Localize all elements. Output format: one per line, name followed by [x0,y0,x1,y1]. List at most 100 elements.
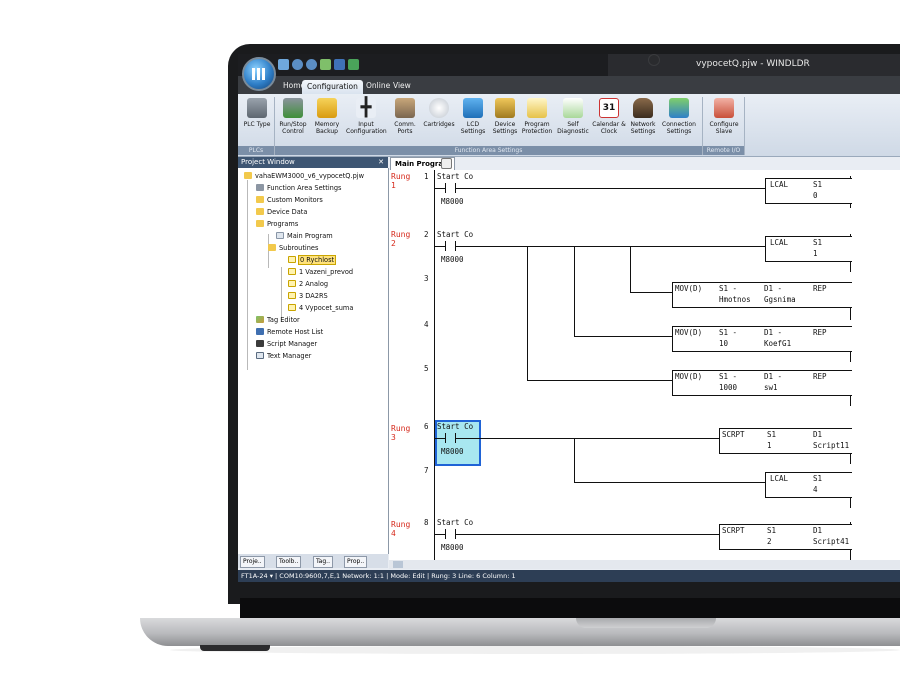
status-bar: FT1A-24 ▾ | COM10:9600,7,E,1 Network: 1:… [238,570,900,582]
input-configuration-button[interactable]: ╋ Input Configuration [346,98,387,148]
folder-icon [244,172,252,179]
app-menu-button[interactable] [242,57,276,91]
tab-configuration[interactable]: Configuration [302,80,363,94]
tree-item-tag-editor[interactable]: Tag Editor [256,315,300,325]
tree-label: Function Area Settings [267,184,342,192]
tree-item-custom-monitors[interactable]: Custom Monitors [256,195,323,205]
tree-label: 1 Vazeni_prevod [299,268,354,276]
instruction-param: REP [813,328,827,337]
network-icon [633,98,653,118]
ladder-editor[interactable]: Rung 1 Rung 2 Rung 3 Rung 4 1 2 3 4 5 6 7 8 … [389,170,900,560]
scrollbar-thumb[interactable] [393,561,403,568]
undo-icon[interactable] [292,59,303,70]
tree-label: Main Program [287,232,333,240]
tree-item-subroutines[interactable]: Subroutines [268,243,318,253]
comm-ports-button[interactable]: Comm. Ports [388,98,422,148]
tree-item-0-rychlost[interactable]: 0 Rychlost [288,255,337,265]
instruction-value: 2 [767,537,772,546]
tag-editor-icon [256,316,264,323]
instruction-param: D1 [813,526,823,535]
tab-tag[interactable]: Tag.. [313,556,333,568]
contact-symbol[interactable] [445,183,446,193]
tab-toolbox[interactable]: Toolb.. [276,556,302,568]
download-icon[interactable] [334,59,345,70]
tree-item-script-manager[interactable]: Script Manager [256,339,317,349]
instruction-param: D1 - [764,284,783,293]
instruction-param: D1 - [764,372,783,381]
tree-label: Device Data [267,208,308,216]
tree-item-remote-host[interactable]: Remote Host List [256,327,323,337]
instruction-op: SCRPT [722,430,745,439]
branch-wire [630,246,631,292]
line-number: 3 [424,274,429,283]
remote-host-icon [256,328,264,335]
tree-item-project[interactable]: vahaEWM3000_v6_vypocetQ.pjw [244,171,364,181]
project-window-title: Project Window [241,158,295,166]
network-settings-button[interactable]: Network Settings [626,98,660,148]
memory-backup-button[interactable]: Memory Backup [310,98,344,148]
instruction-value: 1 [813,249,818,258]
contact-device: M8000 [441,197,464,206]
menu-tab-bar: Home Configuration Online View [238,76,900,94]
run-stop-button[interactable]: Run/Stop Control [276,98,310,148]
contact-name: Start Co [437,422,474,431]
instruction-param: S1 - [719,284,738,293]
tree-item-function-area[interactable]: Function Area Settings [256,183,341,193]
comm-ports-icon [395,98,415,118]
branch-wire [574,246,575,336]
upload-icon[interactable] [348,59,359,70]
title-bar: vypocetQ.pjw - WINDLDR [238,54,900,76]
screen: vypocetQ.pjw - WINDLDR Home Configuratio… [238,54,900,588]
configure-slave-button[interactable]: Configure Slave [706,98,742,148]
instruction-op: LCAL [770,180,789,189]
tab-view[interactable]: View [388,79,416,92]
tree-item-programs[interactable]: Programs [256,219,298,229]
cartridges-button[interactable]: Cartridges [422,98,456,148]
close-icon[interactable]: ✕ [378,157,384,168]
contact-symbol[interactable] [445,241,446,251]
redo-icon[interactable] [306,59,317,70]
contact-device: M8000 [441,543,464,552]
contact-name: Start Co [437,230,474,239]
tree-item-3-da2rs[interactable]: 3 DA2RS [288,291,328,301]
program-protection-icon [527,98,547,118]
tab-project[interactable]: Proje.. [240,556,265,568]
line-number: 2 [424,230,429,239]
close-tab-icon[interactable] [441,158,452,169]
tab-properties[interactable]: Prop.. [344,556,368,568]
plc-type-button[interactable]: PLC Type [240,98,274,148]
input-config-icon: ╋ [356,98,376,118]
group-label-plcs: PLCs [238,146,274,155]
comm-ports-label: Comm. Ports [394,121,416,135]
window-title: vypocetQ.pjw - WINDLDR [696,59,810,69]
tree-item-1-vazeni[interactable]: 1 Vazeni_prevod [288,267,353,277]
calendar-clock-button[interactable]: 31 Calendar & Clock [592,98,626,148]
tree-item-4-vypocet[interactable]: 4 Vypocet_suma [288,303,353,313]
device-settings-button[interactable]: Device Settings [488,98,522,148]
instruction-op: MOV(D) [675,284,703,293]
instruction-param: D1 - [764,328,783,337]
save-icon[interactable] [278,59,289,70]
group-label-function-area: Function Area Settings [275,146,702,155]
folder-icon [268,244,276,251]
instruction-value: Script41 [813,537,850,546]
program-protection-button[interactable]: Program Protection [520,98,554,148]
tree-item-2-analog[interactable]: 2 Analog [288,279,328,289]
tree-item-text-manager[interactable]: Text Manager [256,351,311,361]
self-diagnostic-button[interactable]: Self Diagnostic [556,98,590,148]
lcd-settings-button[interactable]: LCD Settings [456,98,490,148]
instruction-value: 1 [767,441,772,450]
contact-symbol[interactable] [445,433,446,443]
rung-label: Rung 1 [391,172,411,190]
tree-item-device-data[interactable]: Device Data [256,207,307,217]
instruction-value: sw1 [764,383,778,392]
contact-symbol[interactable] [445,529,446,539]
folder-icon [256,196,264,203]
plc-type-label: PLC Type [243,121,271,128]
connection-settings-button[interactable]: Connection Settings [660,98,698,148]
tree-label: Remote Host List [267,328,324,336]
left-power-rail [434,170,435,560]
monitor-icon[interactable] [320,59,331,70]
horizontal-scrollbar[interactable] [389,560,900,569]
tree-item-main-program[interactable]: Main Program [276,231,333,241]
